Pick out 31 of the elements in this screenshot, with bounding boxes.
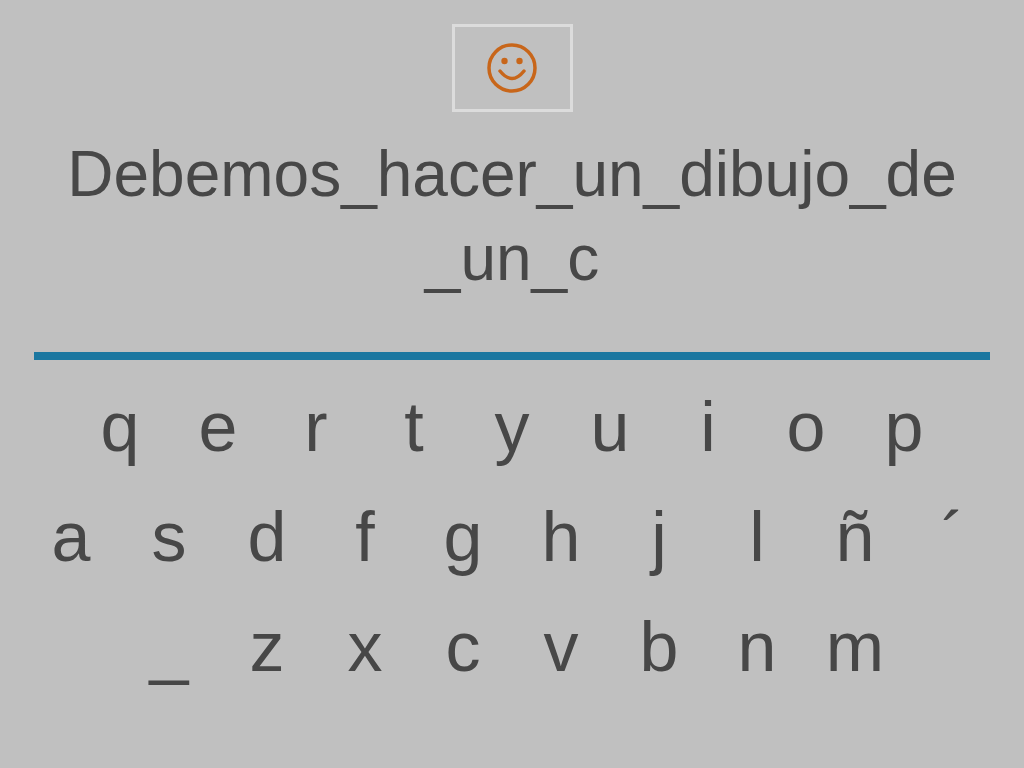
letter-key[interactable]: b [610, 602, 708, 692]
letter-key[interactable]: o [757, 382, 855, 472]
letter-key[interactable]: _ [120, 602, 218, 692]
letter-key[interactable]: f [316, 492, 414, 582]
letter-key[interactable]: y [463, 382, 561, 472]
letter-key[interactable]: t [365, 382, 463, 472]
letter-key[interactable]: r [267, 382, 365, 472]
letter-key[interactable]: d [218, 492, 316, 582]
smiley-icon [486, 42, 538, 94]
letter-key[interactable]: ´ [904, 492, 1002, 582]
letter-key[interactable]: j [610, 492, 708, 582]
letter-key[interactable]: a [22, 492, 120, 582]
hint-button[interactable] [451, 24, 573, 112]
letter-key[interactable]: m [806, 602, 904, 692]
letter-key[interactable]: n [708, 602, 806, 692]
letter-key[interactable]: i [659, 382, 757, 472]
letter-key[interactable]: u [561, 382, 659, 472]
letter-key[interactable]: g [414, 492, 512, 582]
letter-key[interactable]: h [512, 492, 610, 582]
letter-key[interactable]: z [218, 602, 316, 692]
letter-key[interactable]: x [316, 602, 414, 692]
letter-key[interactable]: q [71, 382, 169, 472]
letter-key[interactable]: e [169, 382, 267, 472]
prompt-text: Debemos_hacer_un_dibujo_de [66, 137, 958, 212]
letter-key[interactable]: ñ [806, 492, 904, 582]
letter-key[interactable]: l [708, 492, 806, 582]
letter-key[interactable]: v [512, 602, 610, 692]
prompt-text: _un_c [422, 221, 601, 296]
letter-key[interactable]: p [855, 382, 953, 472]
letter-key[interactable]: s [120, 492, 218, 582]
letter-key[interactable]: c [414, 602, 512, 692]
